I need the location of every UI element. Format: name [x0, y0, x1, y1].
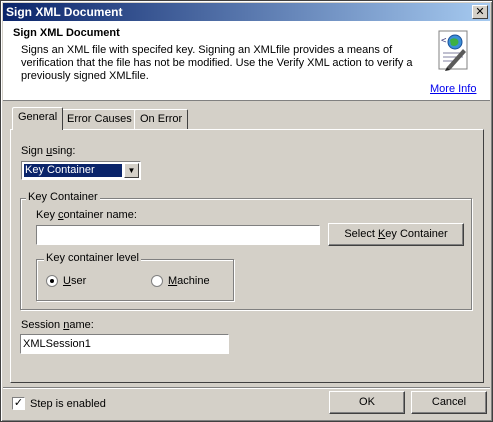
step-enabled-label: Step is enabled [30, 398, 106, 410]
more-info-link[interactable]: More Info [430, 83, 476, 95]
radio-machine[interactable] [151, 275, 163, 287]
header-panel: Sign XML Document Signs an XML file with… [3, 21, 490, 101]
session-name-input[interactable]: XMLSession1 [20, 334, 229, 354]
chevron-down-icon[interactable]: ▼ [124, 163, 139, 178]
key-container-level-caption: Key container level [44, 252, 141, 264]
session-name-label: Session name: [21, 319, 94, 331]
sign-using-value: Key Container [23, 163, 123, 178]
footer-divider [3, 387, 490, 389]
close-icon[interactable]: ✕ [472, 5, 488, 19]
select-key-container-button[interactable]: Select Key Container [328, 223, 464, 246]
sign-using-label: Sign using: [21, 145, 76, 157]
header-description: Signs an XML file with specifed key. Sig… [21, 44, 413, 82]
radio-machine-label: Machine [168, 275, 210, 287]
header-title: Sign XML Document [13, 27, 120, 39]
tab-general[interactable]: General [12, 107, 64, 130]
radio-selected-dot [50, 279, 54, 283]
tab-on-error[interactable]: On Error [134, 109, 189, 129]
tab-error-causes[interactable]: Error Causes [61, 109, 138, 129]
svg-text:<: < [441, 36, 447, 46]
cancel-button[interactable]: Cancel [411, 391, 487, 414]
radio-user[interactable] [46, 275, 58, 287]
step-enabled-checkbox[interactable]: ✓ [12, 397, 25, 410]
tab-general-label: General [18, 111, 58, 123]
window-title: Sign XML Document [6, 5, 123, 19]
dialog-window: Sign XML Document ✕ Sign XML Document Si… [0, 0, 493, 422]
key-container-group-caption: Key Container [26, 191, 100, 203]
radio-user-label: User [63, 275, 87, 287]
ok-button[interactable]: OK [329, 391, 405, 414]
sign-using-dropdown[interactable]: Key Container ▼ [21, 161, 141, 180]
title-bar[interactable]: Sign XML Document ✕ [3, 3, 490, 21]
signed-document-icon: < [438, 30, 468, 71]
tab-on-error-label: On Error [140, 113, 183, 125]
tab-error-causes-label: Error Causes [67, 113, 132, 125]
key-container-name-label: Key container name: [36, 209, 137, 221]
key-container-name-input[interactable] [36, 225, 320, 245]
